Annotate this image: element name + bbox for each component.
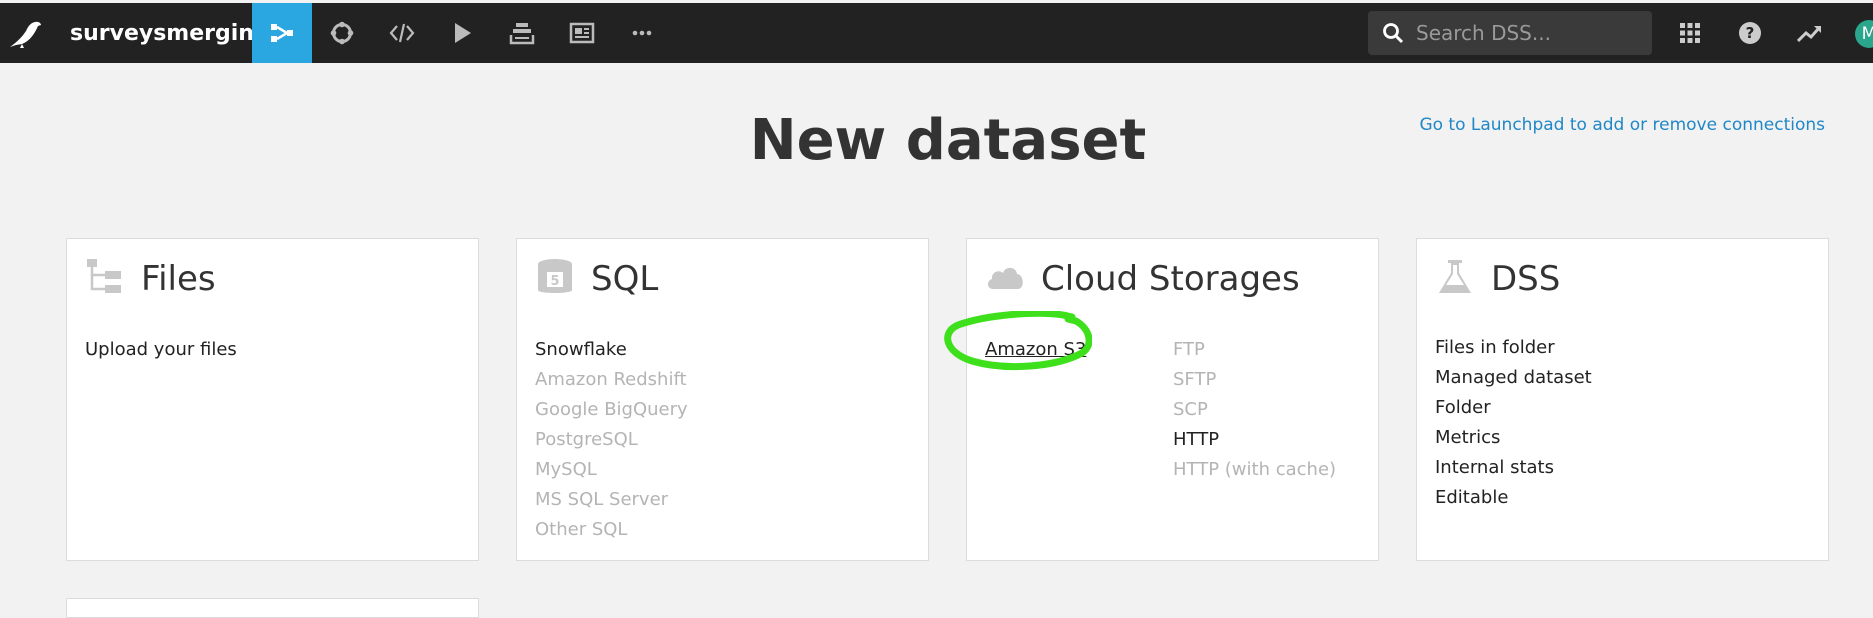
editable-option[interactable]: Editable	[1435, 483, 1592, 513]
dss-card-title: DSS	[1491, 259, 1561, 299]
next-row-card	[66, 598, 479, 618]
mysql-option: MySQL	[535, 459, 597, 480]
search-input[interactable]	[1416, 18, 1641, 48]
amazon-redshift-option: Amazon Redshift	[535, 369, 687, 390]
svg-text:5: 5	[550, 274, 559, 289]
trend-button[interactable]	[1793, 16, 1827, 50]
upload-files-option[interactable]: Upload your files	[85, 335, 237, 365]
code-nav-button[interactable]	[372, 3, 432, 63]
http-option[interactable]: HTTP	[1173, 425, 1336, 455]
files-card-title: Files	[141, 259, 216, 299]
code-icon	[389, 23, 415, 43]
user-avatar[interactable]: M	[1855, 20, 1873, 48]
folder-option[interactable]: Folder	[1435, 393, 1592, 423]
help-icon: ?	[1739, 22, 1761, 44]
flow-icon	[271, 24, 293, 42]
trend-icon	[1797, 26, 1821, 43]
google-bigquery-option: Google BigQuery	[535, 399, 688, 420]
launchpad-link[interactable]: Go to Launchpad to add or remove connect…	[1419, 115, 1825, 135]
folder-tree-icon	[87, 259, 121, 293]
flow-nav-button[interactable]	[252, 3, 312, 63]
more-icon	[632, 30, 652, 36]
more-nav-button[interactable]	[612, 3, 672, 63]
amazon-s3-option[interactable]: Amazon S3	[985, 335, 1086, 365]
ftp-option: FTP	[1173, 339, 1205, 360]
help-button[interactable]: ?	[1733, 16, 1767, 50]
dss-card: DSS Files in folder Managed dataset Fold…	[1416, 238, 1829, 561]
dataiku-bird-logo-icon[interactable]	[8, 19, 44, 49]
cloud-left-items-list: Amazon S3	[985, 335, 1086, 365]
sql-card-title: SQL	[591, 259, 659, 299]
files-items-list: Upload your files	[85, 335, 237, 365]
sql-items-list: Snowflake Amazon Redshift Google BigQuer…	[535, 335, 688, 545]
apps-grid-icon	[1680, 23, 1700, 43]
stack-icon	[509, 23, 535, 45]
search-box[interactable]	[1368, 11, 1652, 55]
recipes-nav-button[interactable]	[312, 3, 372, 63]
dss-items-list: Files in folder Managed dataset Folder M…	[1435, 333, 1592, 513]
files-in-folder-option[interactable]: Files in folder	[1435, 333, 1592, 363]
project-name[interactable]: surveysmerging	[70, 21, 270, 46]
top-navigation-bar: surveysmerging Search DSS... ? M	[0, 3, 1873, 63]
search-icon	[1383, 23, 1404, 44]
postgresql-option: PostgreSQL	[535, 429, 638, 450]
internal-stats-option[interactable]: Internal stats	[1435, 453, 1592, 483]
snowflake-option[interactable]: Snowflake	[535, 335, 688, 365]
dashboard-nav-button[interactable]	[552, 3, 612, 63]
cloud-storages-card: Cloud Storages Amazon S3 FTP SFTP SCP HT…	[966, 238, 1379, 561]
other-sql-option: Other SQL	[535, 519, 628, 540]
flask-icon	[1439, 260, 1471, 293]
cloud-storages-card-title: Cloud Storages	[1041, 259, 1300, 299]
ms-sql-server-option: MS SQL Server	[535, 489, 669, 510]
apps-grid-button[interactable]	[1673, 16, 1707, 50]
metrics-option[interactable]: Metrics	[1435, 423, 1592, 453]
jobs-nav-button[interactable]	[432, 3, 492, 63]
sql-card: 5 SQL Snowflake Amazon Redshift Google B…	[516, 238, 929, 561]
stack-nav-button[interactable]	[492, 3, 552, 63]
recipes-icon	[330, 21, 354, 45]
play-icon	[455, 23, 471, 43]
cloud-right-items-list: FTP SFTP SCP HTTP HTTP (with cache)	[1173, 335, 1336, 485]
svg-text:?: ?	[1746, 24, 1755, 42]
http-with-cache-option: HTTP (with cache)	[1173, 459, 1337, 480]
database-icon: 5	[538, 259, 572, 293]
cloud-icon	[987, 267, 1023, 289]
dashboard-icon	[569, 22, 595, 44]
files-card: Files Upload your files	[66, 238, 479, 561]
scp-option: SCP	[1173, 399, 1208, 420]
sftp-option: SFTP	[1173, 369, 1217, 390]
managed-dataset-option[interactable]: Managed dataset	[1435, 363, 1592, 393]
